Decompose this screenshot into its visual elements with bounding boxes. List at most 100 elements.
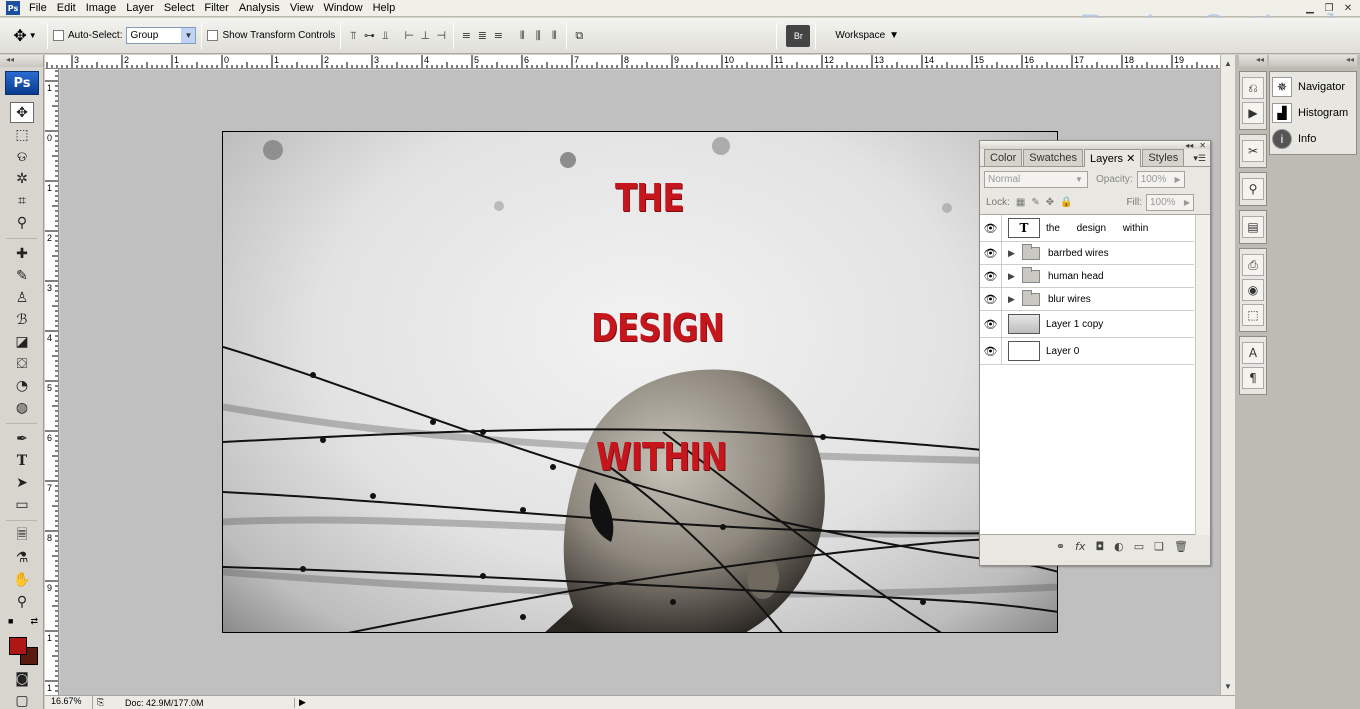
lock-pixels-icon[interactable]: ✎	[1031, 197, 1039, 208]
adjustment-layer-icon[interactable]: ◐	[1114, 540, 1124, 553]
brushes-icon[interactable]: ⚲	[1242, 178, 1264, 200]
menu-edit[interactable]: Edit	[52, 2, 81, 14]
paint-bucket-tool-icon[interactable]: ⛋	[10, 353, 34, 374]
type-tool-icon[interactable]: T	[10, 450, 34, 471]
close-icon[interactable]: ✕	[1340, 1, 1356, 15]
fx-icon[interactable]: fx	[1075, 540, 1085, 553]
tool-presets-icon[interactable]: ✂	[1242, 140, 1264, 162]
align-bottom-icon[interactable]: ⫫	[378, 28, 392, 44]
link-layers-icon[interactable]: ⚭	[1056, 540, 1065, 553]
panel-menu-icon[interactable]: ▾☰	[1193, 153, 1206, 164]
close-tab-icon[interactable]: ✕	[1126, 153, 1135, 165]
status-menu-arrow-icon[interactable]: ▶	[299, 697, 313, 708]
panel-info[interactable]: i Info	[1270, 126, 1356, 152]
dock-grip[interactable]: ◂◂	[1239, 55, 1267, 67]
hand-tool-icon[interactable]: ✋	[10, 569, 34, 590]
menu-window[interactable]: Window	[318, 2, 367, 14]
auto-select-dropdown[interactable]: Group ▼	[126, 27, 197, 44]
crop-tool-icon[interactable]: ⌗	[10, 190, 34, 211]
path-selection-tool-icon[interactable]: ➤	[10, 472, 34, 493]
menu-filter[interactable]: Filter	[199, 2, 233, 14]
align-top-icon[interactable]: ⫪	[346, 28, 360, 44]
expand-triangle-icon[interactable]: ▶	[1008, 294, 1022, 305]
distribute-right-icon[interactable]: ⦀	[547, 28, 561, 44]
align-hcenter-icon[interactable]: ⊥	[418, 28, 432, 44]
document-canvas[interactable]: THE DESIGN WITHIN	[222, 131, 1058, 633]
workspace-button[interactable]: Workspace ▼	[835, 30, 899, 41]
auto-select-checkbox[interactable]	[53, 30, 64, 41]
distribute-top-icon[interactable]: ≡	[459, 28, 473, 44]
eraser-tool-icon[interactable]: ◪	[10, 331, 34, 352]
eye-icon[interactable]: 👁	[980, 215, 1002, 241]
distribute-left-icon[interactable]: ⦀	[515, 28, 529, 44]
layer-row-text[interactable]: 👁 T the design within	[980, 215, 1194, 242]
pen-tool-icon[interactable]: ✒	[10, 428, 34, 449]
restore-icon[interactable]: ❐	[1321, 1, 1337, 15]
fill-input[interactable]: 100% ▶	[1146, 194, 1194, 211]
layer-row-image[interactable]: 👁 Layer 1 copy	[980, 311, 1194, 338]
add-mask-icon[interactable]: ◘	[1095, 540, 1104, 553]
tab-color[interactable]: Color	[984, 149, 1023, 166]
eyedropper-sample-tool-icon[interactable]: ⚗	[10, 547, 34, 568]
chevron-right-icon[interactable]: ▶	[1175, 175, 1181, 184]
dodge-tool-icon[interactable]: ◍	[10, 397, 34, 418]
bridge-button[interactable]: Br	[786, 24, 811, 47]
auto-select-option[interactable]: Auto-Select:	[53, 30, 122, 41]
tab-styles[interactable]: Styles	[1142, 149, 1185, 166]
paragraph-icon[interactable]: ¶	[1242, 367, 1264, 389]
layer-comps-icon[interactable]: ▤	[1242, 216, 1264, 238]
chevron-right-icon[interactable]: ▶	[1184, 198, 1190, 207]
foreground-color[interactable]	[9, 637, 27, 655]
clone-source-icon[interactable]: ⎙	[1242, 254, 1264, 276]
dock-grip[interactable]: ◂◂	[1269, 55, 1357, 67]
expand-triangle-icon[interactable]: ▶	[1008, 248, 1022, 259]
expand-triangle-icon[interactable]: ▶	[1008, 271, 1022, 282]
transform-controls-option[interactable]: Show Transform Controls	[207, 30, 335, 41]
zoom-tool-icon[interactable]: ⚲	[10, 591, 34, 612]
character-icon[interactable]: A	[1242, 342, 1264, 364]
layer-row-group[interactable]: 👁 ▶ blur wires	[980, 288, 1194, 311]
quick-mask-icon[interactable]: ◙	[10, 668, 34, 689]
status-preview-icon[interactable]: ⎘	[97, 697, 111, 708]
rectangle-tool-icon[interactable]: ▭	[10, 494, 34, 515]
history-icon[interactable]: ⎌	[1242, 77, 1264, 99]
eye-icon[interactable]: 👁	[980, 311, 1002, 337]
tab-layers[interactable]: Layers ✕	[1084, 149, 1142, 167]
layer-row-group[interactable]: 👁 ▶ barrbed wires	[980, 242, 1194, 265]
layer-row-image[interactable]: 👁 Layer 0	[980, 338, 1194, 365]
paths-icon[interactable]: ⬚	[1242, 304, 1264, 326]
align-left-icon[interactable]: ⊢	[402, 28, 416, 44]
default-colors-icon[interactable]: ■	[8, 616, 13, 627]
photoshop-logo[interactable]: Ps	[5, 71, 39, 95]
align-vcenter-icon[interactable]: ⊶	[362, 28, 376, 44]
magic-wand-tool-icon[interactable]: ✲	[10, 168, 34, 189]
layers-scrollbar[interactable]	[1195, 215, 1210, 535]
distribute-vcenter-icon[interactable]: ≣	[475, 28, 489, 44]
brush-tool-icon[interactable]: ✎	[10, 265, 34, 286]
move-tool-preset-icon[interactable]: ✥ ▼	[8, 22, 42, 50]
history-brush-tool-icon[interactable]: ℬ	[10, 309, 34, 330]
notes-tool-icon[interactable]: 🗏	[10, 525, 34, 546]
clone-stamp-tool-icon[interactable]: ♙	[10, 287, 34, 308]
menu-help[interactable]: Help	[368, 2, 401, 14]
lasso-tool-icon[interactable]: ଡ	[10, 146, 34, 167]
new-layer-icon[interactable]: ❏	[1154, 540, 1164, 553]
eye-icon[interactable]: 👁	[980, 288, 1002, 310]
menu-select[interactable]: Select	[159, 2, 200, 14]
menu-layer[interactable]: Layer	[121, 2, 159, 14]
panel-navigator[interactable]: ✵ Navigator	[1270, 74, 1356, 100]
eye-icon[interactable]: 👁	[980, 338, 1002, 364]
minimize-icon[interactable]: ▁	[1302, 1, 1318, 15]
swap-colors-icon[interactable]: ⇄	[30, 616, 38, 627]
new-group-icon[interactable]: ▭	[1134, 540, 1144, 553]
screen-mode-icon[interactable]: ▢	[10, 690, 34, 709]
tab-swatches[interactable]: Swatches	[1023, 149, 1083, 166]
toolbox-grip[interactable]: ◂◂	[0, 55, 43, 67]
scroll-down-icon[interactable]: ▼	[1222, 680, 1234, 693]
channels-icon[interactable]: ◉	[1242, 279, 1264, 301]
color-swatches[interactable]	[6, 633, 40, 667]
align-right-icon[interactable]: ⊣	[434, 28, 448, 44]
actions-icon[interactable]: ▶	[1242, 102, 1264, 124]
blend-mode-dropdown[interactable]: Normal ▼	[984, 170, 1088, 188]
distribute-hcenter-icon[interactable]: ⫼	[531, 28, 545, 44]
